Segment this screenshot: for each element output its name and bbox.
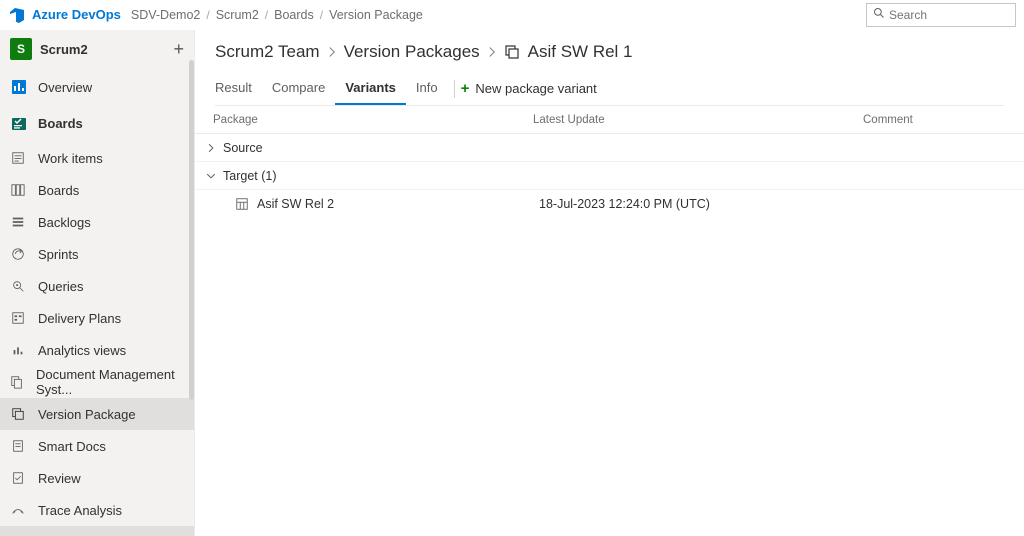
tab[interactable]: Info — [406, 72, 448, 105]
sidebar-bottom-bar — [0, 526, 194, 536]
nav-item[interactable]: Queries — [0, 270, 194, 302]
nav-item[interactable]: Work items — [0, 142, 194, 174]
group-label: Source — [223, 141, 263, 155]
nav-item-label: Boards — [38, 183, 79, 198]
search-input[interactable] — [889, 8, 1009, 22]
nav-icon — [10, 278, 26, 294]
tab[interactable]: Result — [215, 72, 262, 105]
nav-icon — [10, 406, 26, 422]
nav-icon — [10, 246, 26, 262]
nav-icon — [10, 150, 26, 166]
nav-item-label: Sprints — [38, 247, 78, 262]
chevron-icon — [203, 143, 219, 153]
project-row[interactable]: S Scrum2 + — [0, 30, 194, 69]
chevron-icon — [203, 171, 219, 181]
nav-icon — [10, 310, 26, 326]
package-stack-icon — [504, 44, 520, 60]
sidebar-section-label: Boards — [38, 116, 83, 131]
nav-icon — [10, 214, 26, 230]
group-row[interactable]: Target (1) — [195, 162, 1024, 190]
new-action-label: New package variant — [475, 81, 596, 96]
chevron-right-icon — [486, 46, 498, 58]
nav-icon — [10, 182, 26, 198]
col-comment[interactable]: Comment — [863, 114, 1006, 126]
nav-item-label: Review — [38, 471, 81, 486]
bc-item[interactable]: Asif SW Rel 1 — [528, 42, 633, 62]
project-add-icon[interactable]: + — [173, 40, 184, 58]
page-breadcrumb: Scrum2 Team Version Packages Asif SW Rel… — [215, 42, 1004, 62]
nav-item[interactable]: Trace Analysis — [0, 494, 194, 526]
sidebar: S Scrum2 + Overview Boards Work items Boa… — [0, 30, 195, 536]
group-row[interactable]: Source — [195, 134, 1024, 162]
plus-icon: + — [461, 80, 470, 97]
nav-item[interactable]: Analytics views — [0, 334, 194, 366]
nav-item-label: Work items — [38, 151, 103, 166]
nav-item-label: Queries — [38, 279, 84, 294]
new-package-variant-button[interactable]: + New package variant — [461, 80, 597, 97]
project-name: Scrum2 — [40, 42, 173, 57]
nav-item[interactable]: Backlogs — [0, 206, 194, 238]
azure-devops-logo-icon — [8, 6, 26, 24]
main-content: Scrum2 Team Version Packages Asif SW Rel… — [195, 30, 1024, 536]
nav-icon — [10, 502, 26, 518]
project-badge: S — [10, 38, 32, 60]
tabs-divider — [454, 80, 455, 98]
chevron-right-icon — [326, 46, 338, 58]
nav-item[interactable]: Sprints — [0, 238, 194, 270]
col-package[interactable]: Package — [213, 114, 533, 126]
nav-item-label: Trace Analysis — [38, 503, 122, 518]
boards-icon — [10, 115, 28, 133]
package-icon — [235, 197, 251, 211]
nav-item[interactable]: Smart Docs — [0, 430, 194, 462]
table-row[interactable]: Asif SW Rel 218-Jul-2023 12:24:0 PM (UTC… — [195, 190, 1024, 218]
sidebar-section-boards[interactable]: Boards — [0, 106, 194, 143]
breadcrumb-area[interactable]: Boards — [274, 8, 314, 22]
breadcrumb-sep-icon: / — [320, 8, 323, 22]
sidebar-section-label: Overview — [38, 80, 92, 95]
tab[interactable]: Compare — [262, 72, 335, 105]
nav-icon — [10, 374, 24, 390]
breadcrumb-page[interactable]: Version Package — [329, 8, 423, 22]
nav-icon — [10, 438, 26, 454]
nav-item-label: Document Management Syst... — [36, 367, 184, 397]
product-link[interactable]: Azure DevOps — [32, 7, 121, 22]
nav-item-label: Delivery Plans — [38, 311, 121, 326]
breadcrumb-sep-icon: / — [206, 8, 209, 22]
nav-item-label: Smart Docs — [38, 439, 106, 454]
nav-item-label: Version Package — [38, 407, 136, 422]
nav-item[interactable]: Review — [0, 462, 194, 494]
col-update[interactable]: Latest Update — [533, 114, 863, 126]
search-icon — [873, 7, 885, 22]
overview-icon — [10, 78, 28, 96]
bc-section[interactable]: Version Packages — [344, 42, 480, 62]
nav-item[interactable]: Document Management Syst... — [0, 366, 194, 398]
nav-item[interactable]: Boards — [0, 174, 194, 206]
nav-item-label: Backlogs — [38, 215, 91, 230]
grid-header: Package Latest Update Comment — [195, 106, 1024, 134]
search-box[interactable] — [866, 3, 1016, 27]
bc-team[interactable]: Scrum2 Team — [215, 42, 320, 62]
breadcrumb-org[interactable]: SDV-Demo2 — [131, 8, 200, 22]
nav-icon — [10, 470, 26, 486]
cell-update: 18-Jul-2023 12:24:0 PM (UTC) — [539, 197, 869, 211]
nav-item-label: Analytics views — [38, 343, 126, 358]
tab[interactable]: Variants — [335, 72, 406, 105]
breadcrumb-sep-icon: / — [265, 8, 268, 22]
group-label: Target (1) — [223, 169, 277, 183]
nav-icon — [10, 342, 26, 358]
nav-item[interactable]: Delivery Plans — [0, 302, 194, 334]
sidebar-section-overview[interactable]: Overview — [0, 69, 194, 106]
breadcrumb-project[interactable]: Scrum2 — [216, 8, 259, 22]
tabs-row: ResultCompareVariantsInfo + New package … — [215, 72, 1004, 106]
cell-package: Asif SW Rel 2 — [257, 197, 539, 211]
nav-item[interactable]: Version Package — [0, 398, 194, 430]
